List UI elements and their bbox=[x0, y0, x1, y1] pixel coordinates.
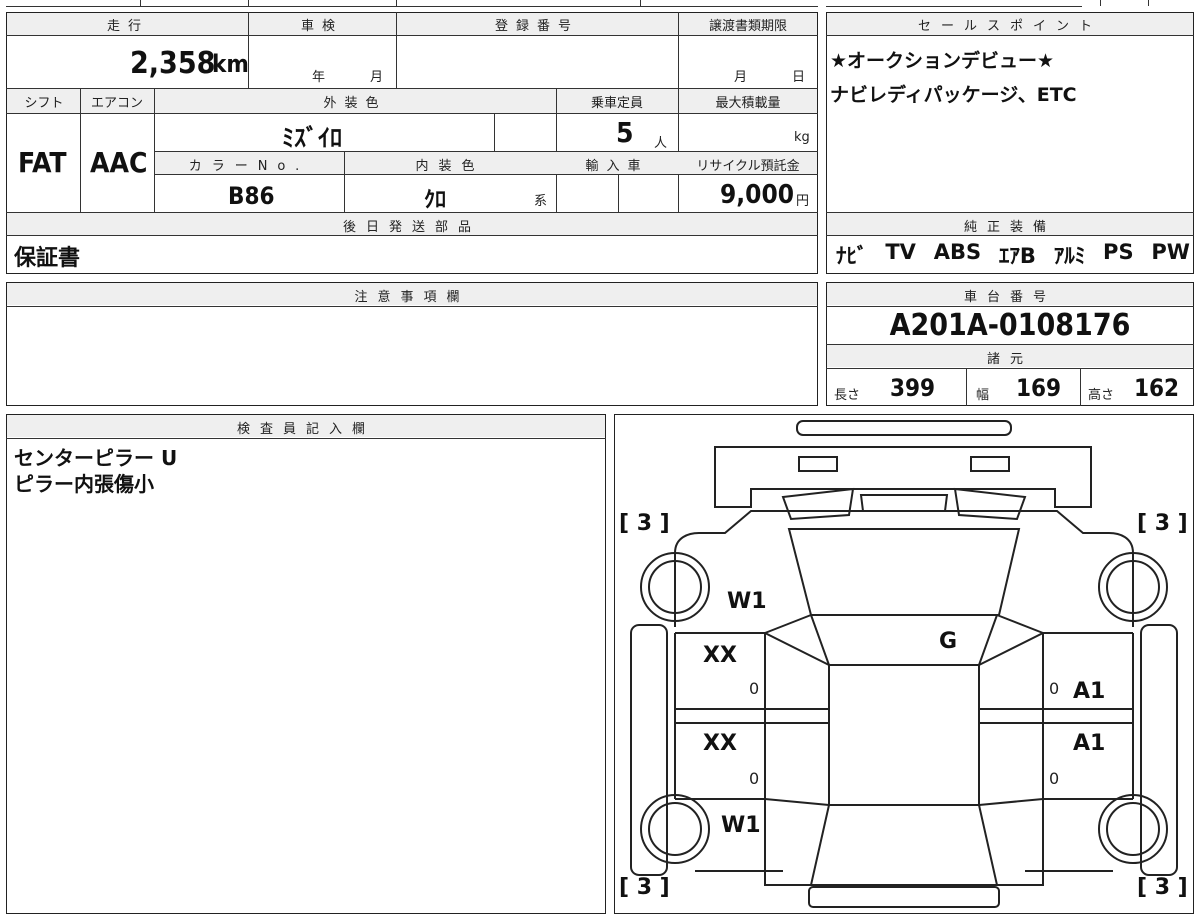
spec-length-value: 399 bbox=[890, 374, 936, 402]
recycle-unit: 円 bbox=[796, 194, 810, 209]
spec-width-label: 幅 bbox=[976, 388, 990, 403]
header-registration: 登録番号 bbox=[494, 19, 579, 34]
equipment-list: ﾅﾋﾞ TV ABS ｴｱB ｱﾙﾐ PS PW bbox=[836, 240, 1190, 270]
zero-mark: 0 bbox=[749, 679, 760, 698]
tire-rear-right: [ 3 ] bbox=[1137, 875, 1188, 900]
tire-rear-left: [ 3 ] bbox=[619, 875, 670, 900]
spec-height-value: 162 bbox=[1134, 374, 1180, 402]
inspection-month-label: 月 bbox=[370, 70, 384, 85]
header-aircon: エアコン bbox=[90, 96, 143, 111]
spec-width-value: 169 bbox=[1016, 374, 1062, 402]
header-mileage: 走行 bbox=[106, 19, 149, 34]
damage-w1-front: W1 bbox=[727, 589, 767, 614]
equipment-item: PS bbox=[1103, 240, 1134, 264]
header-recycle: リサイクル預託金 bbox=[696, 159, 800, 174]
deadline-day-label: 日 bbox=[792, 70, 806, 85]
interior-color-value: ｸﾛ bbox=[424, 188, 447, 213]
damage-xx-front: XX bbox=[703, 643, 737, 668]
header-capacity: 乗車定員 bbox=[590, 96, 643, 111]
car-diagram: [ 3 ] [ 3 ] [ 3 ] [ 3 ] W1 G XX 0 XX 0 W… bbox=[614, 414, 1194, 914]
chassis-number: A201A-0108176 bbox=[889, 308, 1131, 343]
mileage-unit: km bbox=[212, 50, 249, 78]
shift-value: FAT bbox=[18, 146, 67, 179]
zero-mark: 0 bbox=[1049, 679, 1060, 698]
capacity-unit: 人 bbox=[654, 136, 668, 151]
equipment-item: TV bbox=[885, 240, 916, 264]
header-chassis: 車台番号 bbox=[963, 290, 1056, 305]
color-no-value: B86 bbox=[228, 182, 275, 210]
damage-a1-rear: A1 bbox=[1073, 731, 1106, 756]
damage-glass: G bbox=[939, 629, 958, 654]
equipment-item: ABS bbox=[933, 240, 982, 264]
header-inspector: 検査員記入欄 bbox=[236, 422, 375, 437]
car-outline bbox=[630, 420, 1178, 908]
header-shift: シフト bbox=[24, 96, 64, 111]
interior-suffix: 系 bbox=[534, 194, 548, 209]
damage-w1-rear: W1 bbox=[721, 813, 761, 838]
equipment-item: ｱﾙﾐ bbox=[1053, 244, 1086, 268]
deadline-month-label: 月 bbox=[734, 70, 748, 85]
zero-mark: 0 bbox=[1049, 769, 1060, 788]
damage-xx-rear: XX bbox=[703, 731, 737, 756]
aircon-value: AAC bbox=[90, 146, 148, 179]
spec-height-label: 高さ bbox=[1088, 388, 1115, 403]
header-exterior-color: 外装色 bbox=[323, 96, 387, 111]
equipment-item: ｴｱB bbox=[998, 244, 1036, 268]
inspection-year-label: 年 bbox=[312, 70, 326, 85]
capacity-value: 5 bbox=[616, 116, 634, 149]
header-color-no: カラーNo. bbox=[188, 159, 310, 174]
load-unit: kg bbox=[794, 130, 810, 145]
equipment-item: PW bbox=[1151, 240, 1190, 264]
zero-mark: 0 bbox=[749, 769, 760, 788]
equipment-item: ﾅﾋﾞ bbox=[836, 244, 868, 268]
inspector-line-1: センターピラー U bbox=[14, 446, 178, 470]
header-inspection: 車検 bbox=[300, 19, 343, 34]
tire-front-left: [ 3 ] bbox=[619, 511, 670, 536]
mileage-value: 2,358 bbox=[130, 46, 216, 81]
spec-length-label: 長さ bbox=[834, 388, 861, 403]
recycle-value: 9,000 bbox=[720, 180, 794, 210]
tire-front-right: [ 3 ] bbox=[1137, 511, 1188, 536]
header-sales-point: セールスポイント bbox=[917, 19, 1102, 34]
later-parts-value: 保証書 bbox=[14, 246, 81, 271]
inspector-line-2: ピラー内張傷小 bbox=[14, 472, 154, 496]
exterior-color-value: ﾐｽﾞｲﾛ bbox=[282, 124, 342, 152]
sales-point-line-2: ナビレディパッケージ、ETC bbox=[830, 84, 1077, 106]
header-transfer-deadline: 譲渡書類期限 bbox=[708, 19, 787, 34]
header-max-load: 最大積載量 bbox=[715, 96, 781, 111]
header-interior-color: 内装色 bbox=[415, 159, 485, 174]
top-strip bbox=[0, 0, 1200, 8]
header-specs: 諸元 bbox=[986, 352, 1033, 367]
damage-a1-front: A1 bbox=[1073, 679, 1106, 704]
header-genuine-equipment: 純正装備 bbox=[963, 220, 1056, 235]
header-later-parts: 後日発送部品 bbox=[342, 220, 481, 235]
header-notes: 注意事項欄 bbox=[354, 290, 470, 305]
header-import: 輸入車 bbox=[585, 159, 649, 174]
sales-point-line-1: ★オークションデビュー★ bbox=[830, 50, 1055, 72]
